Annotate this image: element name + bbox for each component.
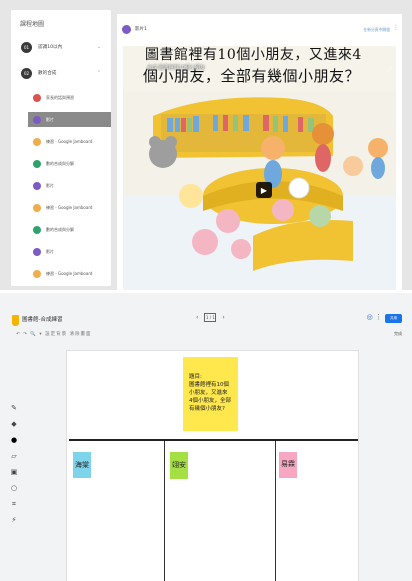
chevron-up-icon: ⌃: [96, 70, 101, 76]
unit-label: 認識10以內: [38, 45, 63, 50]
collab-icon[interactable]: ◎: [367, 313, 373, 321]
jamboard-canvas[interactable]: 題目: 圖書館裡有10個 小朋友，又進來 4個小朋友，全部 有幾個小朋友? 海棠…: [66, 350, 359, 581]
module-type-icon: [33, 93, 41, 102]
classroom-panel: 課程地圖 01 認識10以內 ⌄ 02 數的合成 ⌃ 家長的話與預習 影片 練習 - Goog…: [0, 0, 412, 290]
unit-number-badge: 01: [21, 41, 32, 53]
jamboard-status-icons[interactable]: ◎ ⋮: [367, 313, 382, 321]
sidebar-unit-1[interactable]: 01 認識10以內 ⌄: [17, 39, 105, 55]
sticky-note-col1[interactable]: 海棠: [73, 452, 91, 478]
module-type-icon: [33, 115, 41, 124]
jamboard-logo-icon: [12, 315, 19, 326]
frame-navigator[interactable]: ‹ 1 / 1 ›: [196, 313, 225, 322]
module-type-icon: [33, 159, 41, 168]
sidebar-item-label: 練習 - Google Jamboard: [46, 204, 93, 210]
sidebar-item-label: 家長的話與預習: [46, 94, 74, 100]
play-button[interactable]: ▶: [256, 182, 272, 198]
video-module-icon: [122, 25, 131, 34]
sidebar-item-7[interactable]: 數的合成與分解: [28, 222, 111, 237]
module-type-icon: [33, 203, 41, 212]
eraser-icon[interactable]: ◆: [9, 419, 19, 429]
chevron-down-icon: ⌄: [96, 44, 101, 50]
sidebar-item-6[interactable]: 練習 - Google Jamboard: [28, 200, 111, 215]
sidebar-item-label: 數的合成與分解: [46, 226, 74, 232]
module-type-icon: [33, 247, 41, 256]
course-sidebar: 課程地圖 01 認識10以內 ⌄ 02 數的合成 ⌃ 家長的話與預習 影片 練習 - Goog…: [11, 10, 111, 286]
jamboard-panel: 圖書館-合成練習 ↶ ↷ 🔍 ▾ 設定背景 清除畫面 ‹ 1 / 1 › ◎ ⋮ 共…: [0, 293, 412, 581]
pen-icon[interactable]: ✎: [9, 403, 19, 413]
jamboard-menu-bar[interactable]: ↶ ↷ 🔍 ▾ 設定背景 清除畫面: [16, 331, 92, 337]
sidebar-item-5[interactable]: 影片: [28, 178, 111, 193]
sidebar-item-label: 影片: [46, 248, 54, 254]
sidebar-item-label: 練習 - Google Jamboard: [46, 270, 93, 276]
image-icon[interactable]: ▣: [9, 467, 19, 477]
next-frame-icon[interactable]: ›: [222, 314, 224, 321]
module-type-icon: [33, 137, 41, 146]
sidebar-item-4[interactable]: 數的合成與分解: [28, 156, 111, 171]
sidebar-item-label: 影片: [46, 182, 54, 188]
sticky-note-icon[interactable]: ▱: [9, 451, 19, 461]
sidebar-title: 課程地圖: [20, 21, 45, 28]
sidebar-item-9[interactable]: 練習 - Google Jamboard: [28, 266, 111, 281]
content-panel: 影片1 在新分頁中開啟 ⋮ 圖書館裡有10個小朋友，又進來4 個小朋友，全部有幾…: [117, 14, 402, 290]
divider-vertical-2: [275, 441, 276, 581]
divider-horizontal: [69, 439, 358, 441]
sticky-note-col2[interactable]: 翊安: [170, 452, 188, 479]
video-caption-line-1: 圖書館裡有10個小朋友，又進來4: [145, 47, 362, 63]
more-menu-icon[interactable]: ⋮: [375, 313, 382, 321]
video-player[interactable]: 圖書館裡有10個小朋友，又進來4 個小朋友，全部有幾個小朋友？ 合成 圖書館有1…: [123, 46, 396, 290]
sidebar-item-2[interactable]: 影片: [28, 112, 111, 127]
sidebar-item-label: 數的合成與分解: [46, 160, 74, 166]
jamboard-title[interactable]: 圖書館-合成練習: [22, 315, 63, 323]
module-type-icon: [33, 181, 41, 190]
sidebar-unit-2[interactable]: 02 數的合成 ⌃: [17, 65, 105, 81]
module-type-icon: [33, 269, 41, 278]
select-icon[interactable]: ●: [9, 435, 19, 445]
prev-frame-icon[interactable]: ‹: [196, 314, 198, 321]
open-in-new-tab-link[interactable]: 在新分頁中開啟: [363, 27, 390, 33]
sidebar-item-3[interactable]: 練習 - Google Jamboard: [28, 134, 111, 149]
sidebar-item-label: 影片: [46, 116, 54, 122]
frame-indicator[interactable]: 1 / 1: [204, 313, 217, 322]
question-text: 題目: 圖書館裡有10個 小朋友，又進來 4個小朋友，全部 有幾個小朋友?: [189, 374, 231, 412]
more-icon[interactable]: ⋮: [393, 24, 399, 31]
module-type-icon: [33, 225, 41, 234]
jamboard-right-label[interactable]: 完成: [394, 331, 402, 337]
unit-label: 數的合成: [38, 71, 57, 76]
share-icon[interactable]: ⤴: [387, 66, 392, 73]
circle-icon[interactable]: ○: [9, 483, 19, 493]
textbox-icon[interactable]: ⌗: [9, 499, 19, 509]
share-button[interactable]: 共用: [385, 314, 402, 323]
content-header: 影片1 在新分頁中開啟 ⋮: [117, 14, 402, 44]
sidebar-item-1[interactable]: 家長的話與預習: [28, 90, 111, 105]
content-title: 影片1: [135, 27, 147, 32]
drawing-toolbar: ✎ ◆ ● ▱ ▣ ○ ⌗ ⚡: [8, 403, 20, 533]
laser-icon[interactable]: ⚡: [9, 515, 19, 525]
sidebar-item-label: 練習 - Google Jamboard: [46, 138, 93, 144]
divider-vertical-1: [164, 441, 165, 581]
sidebar-item-8[interactable]: 影片: [28, 244, 111, 259]
sticky-note-col3[interactable]: 易霖: [279, 452, 297, 478]
video-title: 合成 圖書館有10個小朋友: [147, 65, 205, 71]
unit-number-badge: 02: [21, 67, 32, 79]
question-sticky-note[interactable]: 題目: 圖書館裡有10個 小朋友，又進來 4個小朋友，全部 有幾個小朋友?: [183, 357, 238, 431]
